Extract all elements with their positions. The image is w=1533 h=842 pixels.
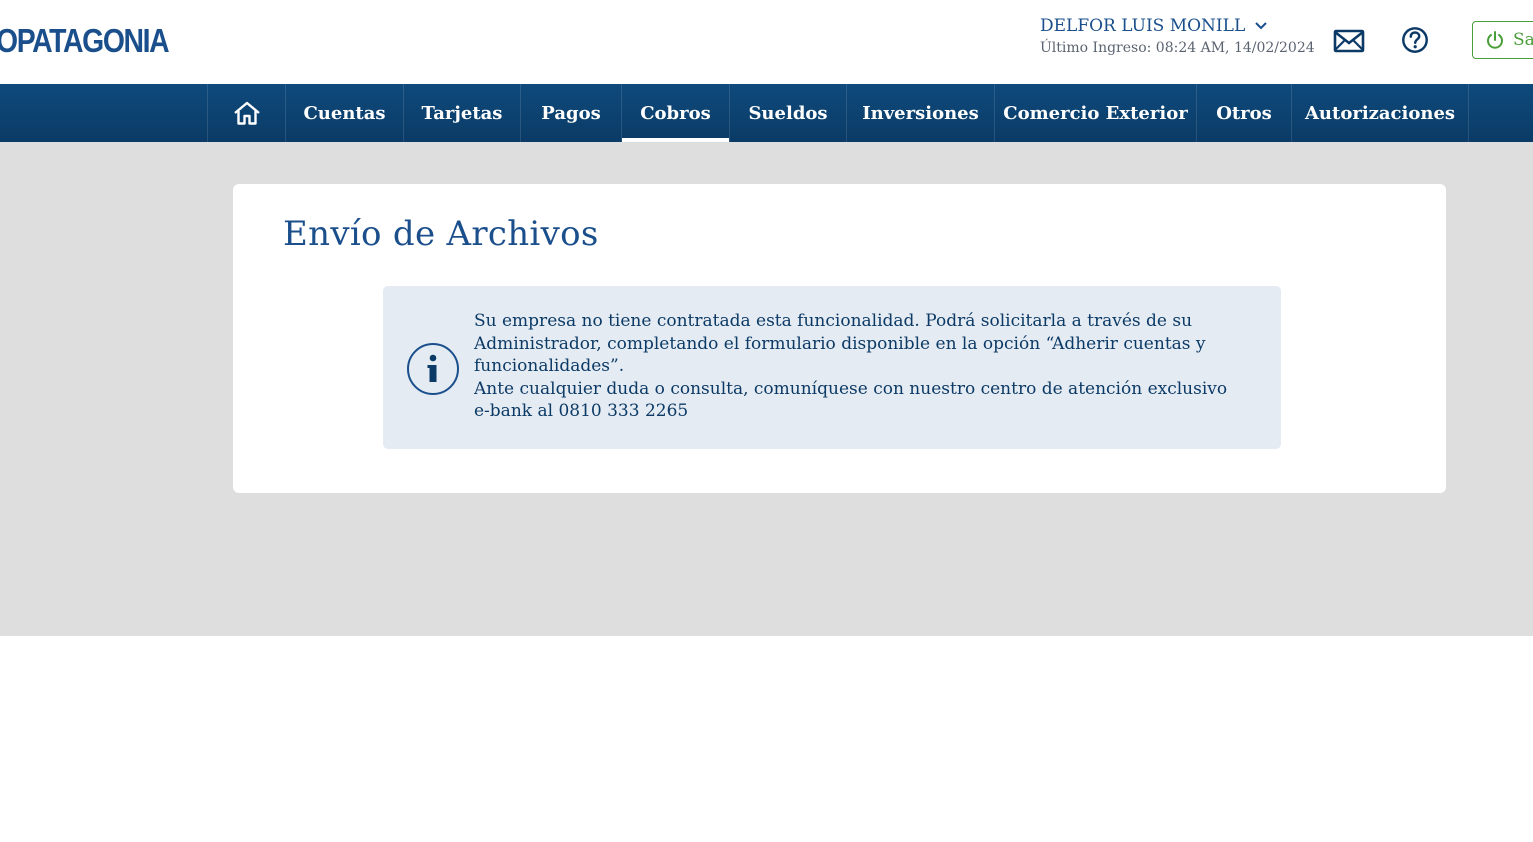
nav-item-cuentas[interactable]: Cuentas: [286, 84, 404, 142]
header: OPATAGONIA DELFOR LUIS MONILL Último Ing…: [0, 0, 1533, 84]
page-title: Envío de Archivos: [283, 214, 599, 254]
logout-label: Salir: [1513, 30, 1533, 50]
main-nav: Cuentas Tarjetas Pagos Cobros Sueldos In…: [0, 84, 1533, 142]
nav-item-otros[interactable]: Otros: [1197, 84, 1292, 142]
nav-item-sueldos[interactable]: Sueldos: [730, 84, 847, 142]
user-menu[interactable]: DELFOR LUIS MONILL: [1040, 16, 1315, 36]
info-paragraph: Ante cualquier duda o consulta, comuníqu…: [474, 378, 1228, 422]
user-block: DELFOR LUIS MONILL Último Ingreso: 08:24…: [1040, 16, 1315, 56]
nav-item-tarjetas[interactable]: Tarjetas: [404, 84, 521, 142]
nav-item-cobros[interactable]: Cobros: [622, 84, 730, 142]
help-icon[interactable]: [1399, 25, 1431, 55]
nav-items: Cuentas Tarjetas Pagos Cobros Sueldos In…: [207, 84, 1469, 142]
mail-icon[interactable]: [1333, 26, 1365, 56]
bank-logo[interactable]: OPATAGONIA: [0, 22, 170, 60]
nav-item-comercio-exterior[interactable]: Comercio Exterior: [995, 84, 1197, 142]
last-login: Último Ingreso: 08:24 AM, 14/02/2024: [1040, 40, 1315, 56]
nav-item-inversiones[interactable]: Inversiones: [847, 84, 995, 142]
chevron-down-icon: [1255, 22, 1267, 30]
nav-item-pagos[interactable]: Pagos: [521, 84, 622, 142]
info-text: Su empresa no tiene contratada esta func…: [474, 310, 1234, 423]
home-icon: [233, 101, 260, 125]
content-card: Envío de Archivos Su empresa no tiene co…: [233, 184, 1446, 493]
info-icon: [407, 343, 459, 395]
nav-item-home[interactable]: [208, 84, 286, 142]
user-name: DELFOR LUIS MONILL: [1040, 16, 1246, 36]
power-icon: [1487, 31, 1503, 49]
info-paragraph: Su empresa no tiene contratada esta func…: [474, 311, 1206, 376]
logout-button[interactable]: Salir: [1472, 21, 1533, 59]
nav-item-autorizaciones[interactable]: Autorizaciones: [1292, 84, 1469, 142]
info-message: Su empresa no tiene contratada esta func…: [383, 286, 1281, 449]
